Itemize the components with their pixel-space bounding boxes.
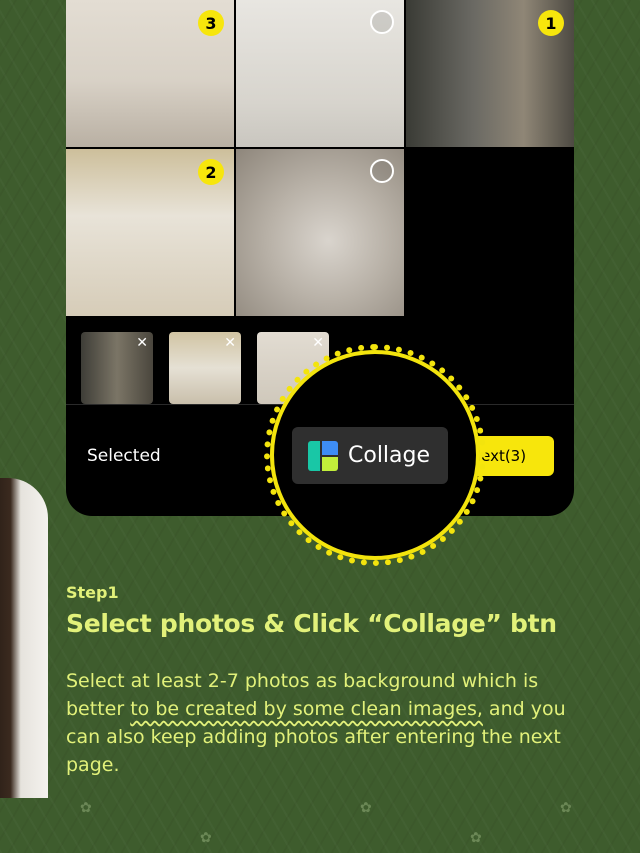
collage-label: Collage [348,443,431,468]
photo-tile-desk[interactable]: 2 [66,149,234,316]
collage-button[interactable]: Collage [292,427,448,484]
decoration-icon: ✿ [80,800,92,816]
selected-thumb[interactable]: ✕ [169,332,241,404]
selection-badge: 2 [198,159,224,185]
selection-badge: 3 [198,10,224,36]
photo-tile-woman[interactable] [236,0,404,147]
selection-badge: 1 [538,10,564,36]
description-underlined: to be created by some clean images, [130,698,483,720]
step-heading: Select photos & Click “Collage” btn [66,609,557,638]
decoration-icon: ✿ [360,800,372,816]
selected-label: Selected [87,446,161,466]
photo-tile-room[interactable]: 3 [66,0,234,147]
photo-tile-cat[interactable] [236,149,404,316]
selection-circle[interactable] [370,159,394,183]
photo-tile-street[interactable]: 1 [406,0,574,147]
decoration-icon: ✿ [560,800,572,816]
decoration-icon: ✿ [470,830,482,846]
remove-icon[interactable]: ✕ [136,335,148,351]
collage-icon [308,440,338,471]
selection-circle[interactable] [370,10,394,34]
step-label: Step1 [66,583,119,602]
step-description: Select at least 2-7 photos as background… [66,667,586,779]
remove-icon[interactable]: ✕ [312,335,324,351]
person-photo [0,478,48,798]
selected-thumb[interactable]: ✕ [81,332,153,404]
remove-icon[interactable]: ✕ [224,335,236,351]
decoration-icon: ✿ [200,830,212,846]
